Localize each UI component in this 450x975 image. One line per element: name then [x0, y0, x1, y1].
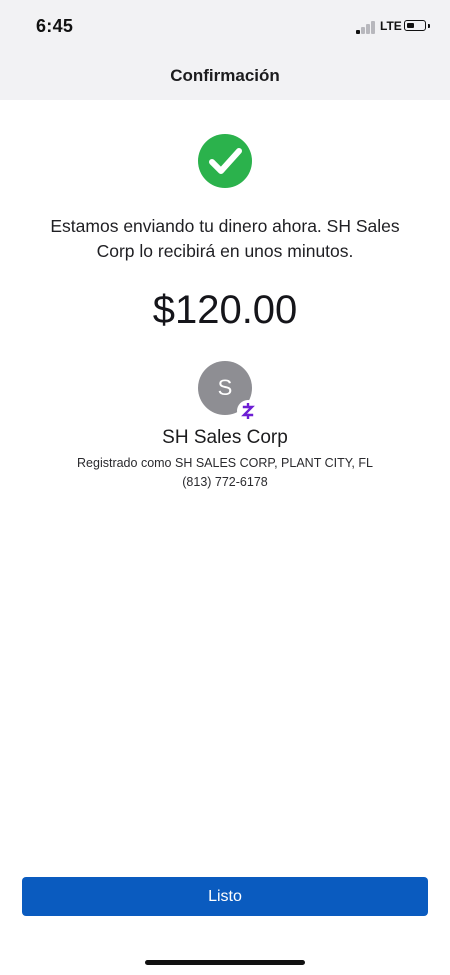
recipient-name: SH Sales Corp: [162, 427, 288, 448]
battery-icon: [404, 20, 426, 31]
confirmation-message: Estamos enviando tu dinero ahora. SH Sal…: [50, 216, 400, 261]
signal-strength-icon: [356, 20, 376, 34]
battery-tip: [428, 24, 430, 28]
done-button[interactable]: Listo: [22, 877, 428, 916]
signal-bar: [366, 24, 370, 34]
signal-bar: [371, 21, 375, 34]
recipient-phone: (813) 772-6178: [182, 475, 268, 489]
check-circle-icon: [197, 133, 253, 189]
network-type: LTE: [380, 19, 402, 33]
page-title: Confirmación: [170, 66, 280, 85]
top-area: 6:45 LTE Confirmación: [0, 0, 450, 100]
status-time: 6:45: [36, 16, 74, 36]
signal-bar: [356, 30, 360, 34]
home-indicator[interactable]: [145, 960, 305, 965]
signal-bar: [361, 27, 365, 34]
recipient-registration: Registrado como SH SALES CORP, PLANT CIT…: [77, 456, 373, 470]
amount: $120.00: [152, 288, 298, 332]
status-bar: 6:45 LTE: [0, 0, 450, 54]
zelle-icon: [237, 400, 259, 422]
battery-level: [406, 22, 414, 28]
